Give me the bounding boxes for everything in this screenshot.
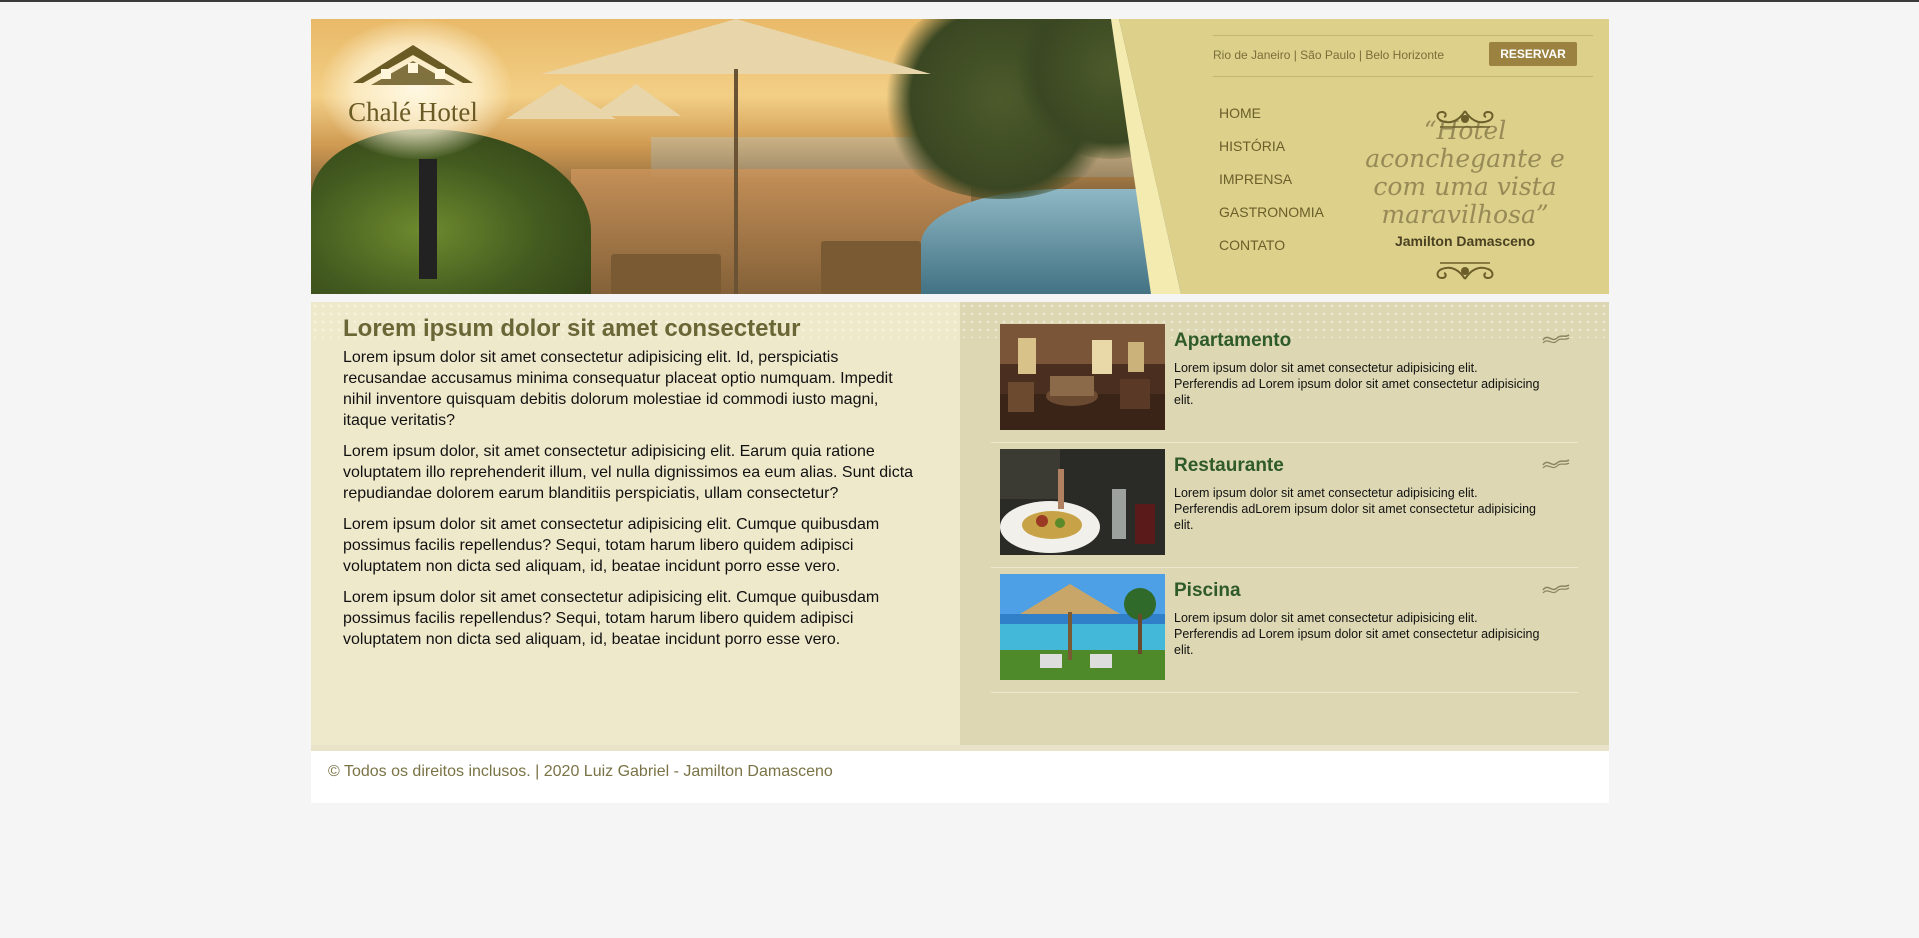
- paragraph: Lorem ipsum dolor sit amet consectetur a…: [343, 349, 893, 429]
- quote-author: Jamilton Damasceno: [1394, 233, 1536, 249]
- services-sidebar: Apartamento Lorem ipsum dolor sit amet c…: [960, 302, 1609, 745]
- list-item[interactable]: Apartamento Lorem ipsum dolor sit amet c…: [991, 318, 1578, 443]
- ornament-top-icon: [1436, 110, 1494, 128]
- ornament-bottom-icon: [1436, 262, 1494, 280]
- browser-top-line: [0, 0, 1919, 2]
- main-content: Lorem ipsum dolor sit amet consectetur L…: [311, 302, 1609, 745]
- item-text: Lorem ipsum dolor sit amet consectetur a…: [1174, 361, 1540, 407]
- nav-gastronomia[interactable]: GASTRONOMIA: [1219, 196, 1324, 229]
- cities-list: Rio de Janeiro | São Paulo | Belo Horizo…: [1213, 48, 1445, 62]
- nav-imprensa[interactable]: IMPRENSA: [1219, 163, 1324, 196]
- nav-historia[interactable]: HISTÓRIA: [1219, 130, 1324, 163]
- nav-home[interactable]: HOME: [1219, 97, 1324, 130]
- house-roof-icon: [353, 45, 473, 85]
- section-title: Lorem ipsum dolor sit amet consectetur: [343, 315, 801, 342]
- room-photo: [1000, 324, 1165, 430]
- item-text: Lorem ipsum dolor sit amet consectetur a…: [1174, 611, 1540, 657]
- header-topbar: Rio de Janeiro | São Paulo | Belo Horizo…: [1213, 35, 1593, 77]
- item-title: Restaurante: [1174, 455, 1284, 476]
- tilde-ornament-icon: [1542, 459, 1570, 469]
- hotel-logo[interactable]: Chalé Hotel: [333, 31, 493, 131]
- item-text: Lorem ipsum dolor sit amet consectetur a…: [1174, 486, 1536, 532]
- tilde-ornament-icon: [1542, 334, 1570, 344]
- copyright-text: © Todos os direitos inclusos. | 2020 Lui…: [328, 763, 833, 780]
- site-header: Chalé Hotel Rio de Janeiro | São Paulo |…: [311, 19, 1609, 294]
- logo-text: Chalé Hotel: [348, 97, 478, 127]
- paragraph: Lorem ipsum dolor, sit amet consectetur …: [343, 443, 914, 502]
- nav-contato[interactable]: CONTATO: [1219, 229, 1324, 262]
- paragraph: Lorem ipsum dolor sit amet consectetur a…: [343, 589, 880, 648]
- pool-photo: [1000, 574, 1165, 680]
- page-container: Chalé Hotel Rio de Janeiro | São Paulo |…: [311, 19, 1609, 803]
- item-title: Piscina: [1174, 580, 1241, 601]
- site-footer: © Todos os direitos inclusos. | 2020 Lui…: [311, 745, 1609, 803]
- testimonial-quote: “Hotel aconchegante e com uma vista mara…: [1335, 87, 1595, 280]
- main-nav: HOME HISTÓRIA IMPRENSA GASTRONOMIA CONTA…: [1219, 97, 1324, 262]
- hero-resort-photo: Chalé Hotel: [311, 19, 1181, 294]
- intro-section: Lorem ipsum dolor sit amet consectetur L…: [311, 302, 960, 745]
- tilde-ornament-icon: [1542, 584, 1570, 594]
- list-item[interactable]: Restaurante Lorem ipsum dolor sit amet c…: [991, 443, 1578, 568]
- dining-photo: [1000, 449, 1165, 555]
- reserve-button[interactable]: RESERVAR: [1489, 42, 1577, 66]
- paragraph: Lorem ipsum dolor sit amet consectetur a…: [343, 516, 880, 575]
- item-title: Apartamento: [1174, 330, 1292, 351]
- list-item[interactable]: Piscina Lorem ipsum dolor sit amet conse…: [991, 568, 1578, 693]
